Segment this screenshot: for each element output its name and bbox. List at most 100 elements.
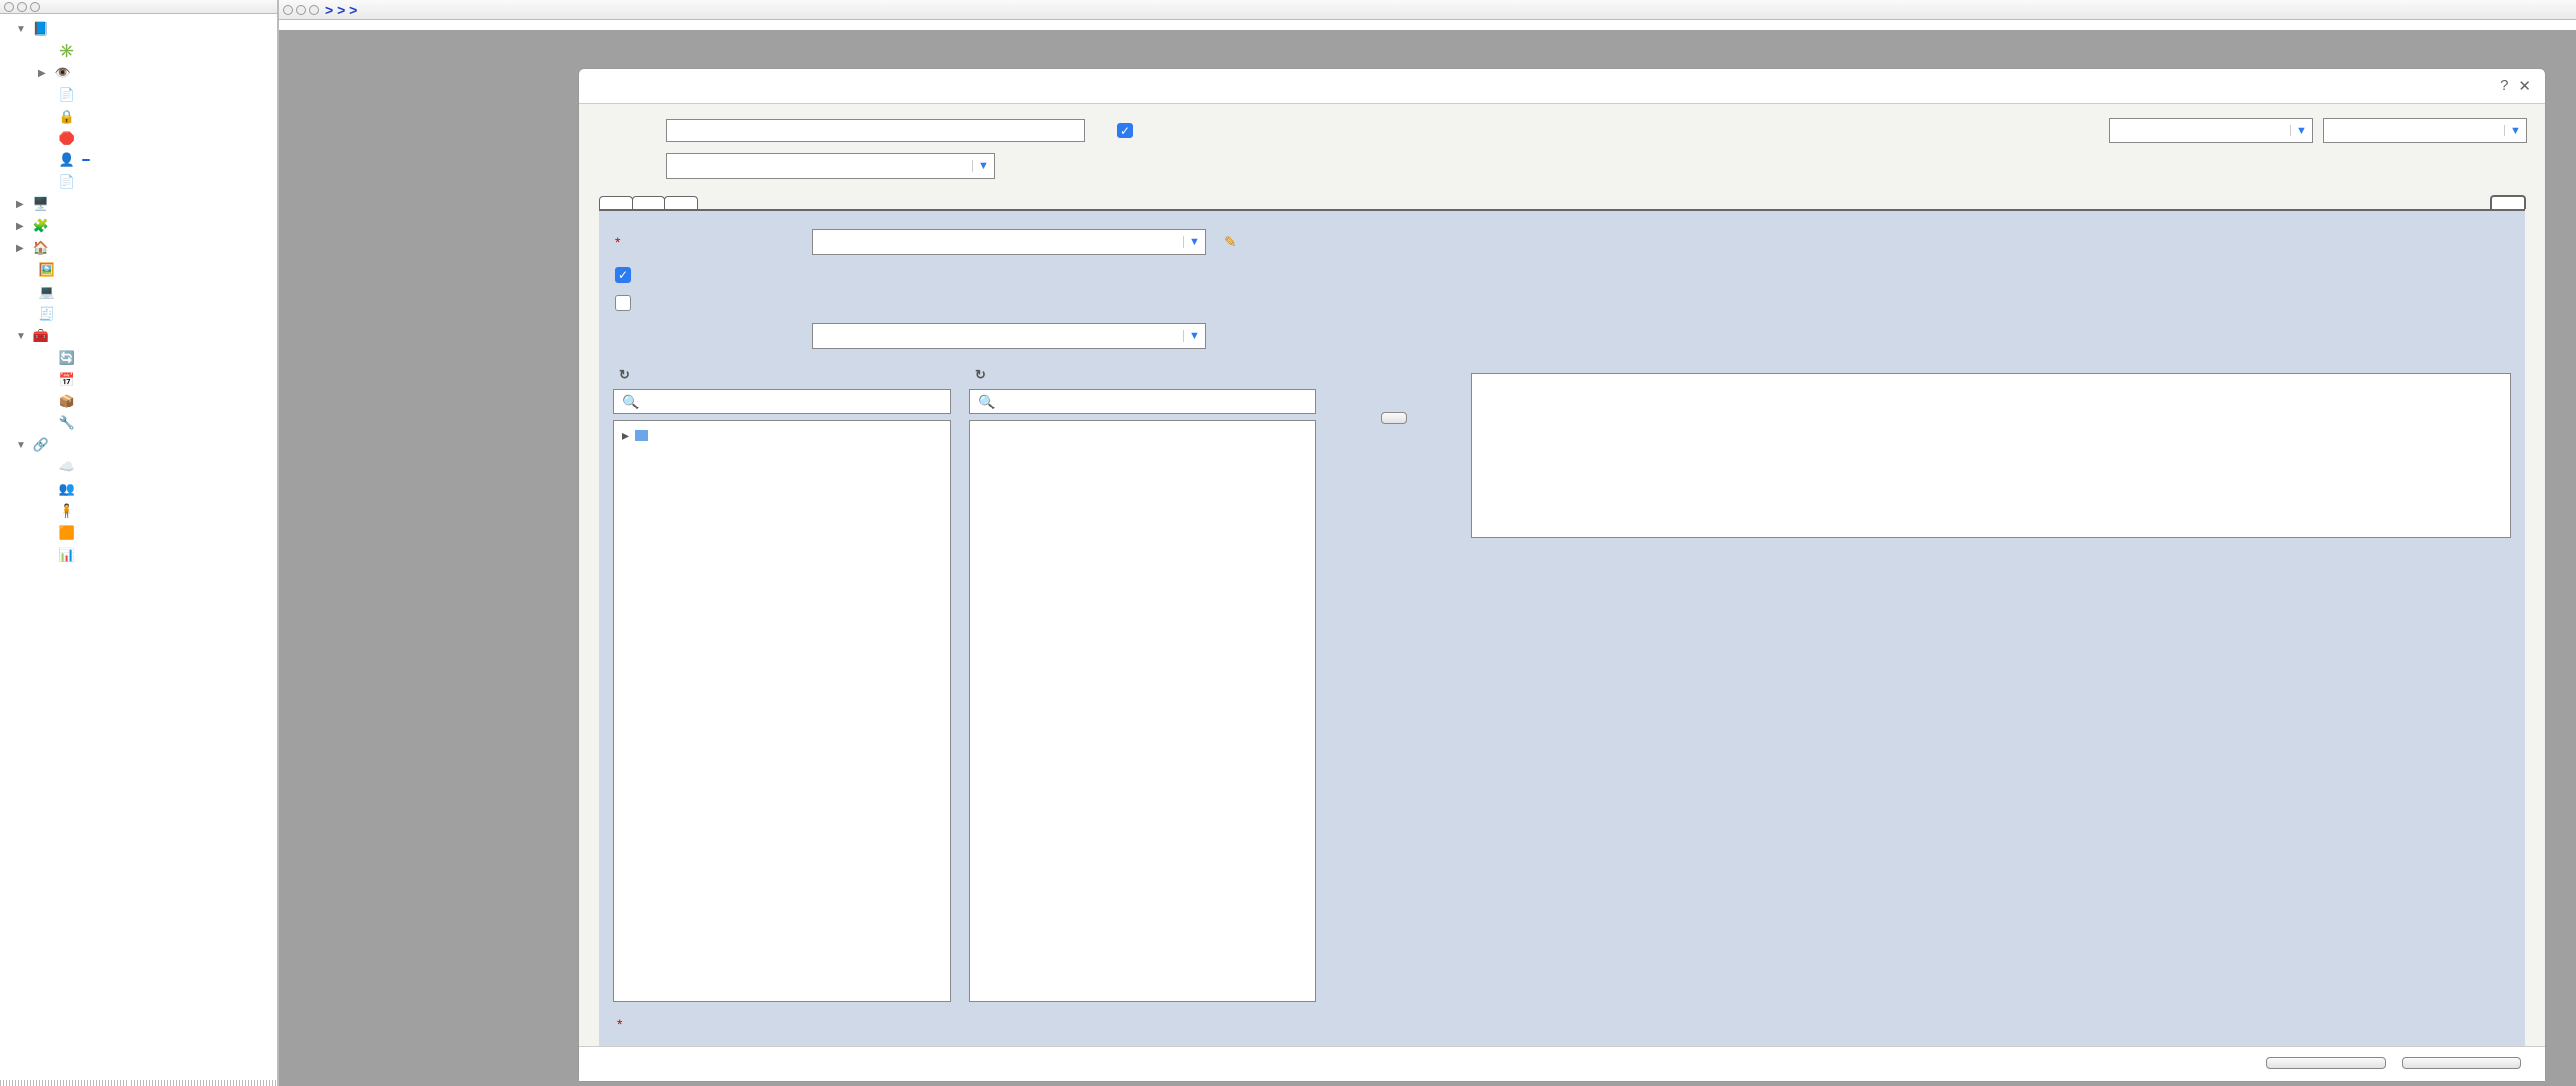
chevron-down-icon: ▼ bbox=[972, 160, 994, 172]
sidebar-splitter[interactable] bbox=[0, 1080, 277, 1086]
search-icon: 🔍 bbox=[622, 394, 639, 410]
apps-list bbox=[969, 420, 1316, 1002]
tree-policies[interactable]: ▼📘 bbox=[0, 18, 277, 40]
tree-actions-alerts[interactable]: 🛑 bbox=[0, 128, 277, 149]
tree-intrusion[interactable]: ▶👁️ bbox=[0, 62, 277, 84]
required-field-note: * bbox=[613, 1006, 2511, 1032]
insert-select[interactable]: ▼ bbox=[2109, 118, 2313, 143]
tree-licenses[interactable]: 🧾 bbox=[0, 303, 277, 325]
tree-troubleshooting[interactable]: 🔧 bbox=[0, 412, 277, 434]
calendar-icon: 📅 bbox=[58, 372, 76, 388]
tree-integration[interactable]: ▼🔗 bbox=[0, 434, 277, 456]
remote-icon: 🟧 bbox=[58, 525, 76, 541]
alert-icon: 🛑 bbox=[58, 131, 76, 146]
traffic-light-close[interactable] bbox=[4, 2, 14, 12]
tree-import-export[interactable]: 📦 bbox=[0, 391, 277, 412]
tree-estreamer[interactable]: 📊 bbox=[0, 544, 277, 566]
main-traffic-light-min[interactable] bbox=[296, 5, 306, 15]
estreamer-icon: 📊 bbox=[58, 547, 76, 563]
tree-backup-restore[interactable]: 🔄 bbox=[0, 347, 277, 369]
authtype-select[interactable]: ▼ bbox=[812, 323, 1206, 349]
enabled-checkbox[interactable] bbox=[1117, 123, 1133, 138]
realm-icon: 👥 bbox=[58, 481, 76, 497]
tree-updates[interactable]: 💻 bbox=[0, 281, 277, 303]
main-traffic-light-close[interactable] bbox=[283, 5, 293, 15]
filters-search-input[interactable] bbox=[643, 393, 946, 410]
tab-zones[interactable] bbox=[599, 196, 633, 209]
tree-scheduling[interactable]: 📅 bbox=[0, 369, 277, 391]
traffic-light-max[interactable] bbox=[30, 2, 40, 12]
tree-files[interactable]: 📄 bbox=[0, 84, 277, 106]
tree-dns-policy[interactable]: 📄 bbox=[0, 171, 277, 193]
refresh-filters-icon[interactable]: ↻ bbox=[619, 367, 630, 383]
id-source-icon: 🧍 bbox=[58, 503, 76, 519]
refresh-apps-icon[interactable]: ↻ bbox=[975, 367, 986, 383]
cloud-icon: ☁️ bbox=[58, 459, 76, 475]
tree-ssl[interactable]: 🔒 bbox=[0, 106, 277, 128]
eye-icon: 👁️ bbox=[54, 65, 72, 81]
chevron-down-icon: ▼ bbox=[2290, 125, 2312, 136]
backup-icon: 🔄 bbox=[58, 350, 76, 366]
identify-guest-checkbox[interactable] bbox=[615, 295, 631, 311]
tab-realm-settings[interactable] bbox=[2490, 195, 2526, 209]
edit-realm-icon[interactable]: ✎ bbox=[1224, 233, 1237, 251]
update-icon: 💻 bbox=[38, 284, 56, 300]
tree-object-management[interactable]: ▶🧩 bbox=[0, 215, 277, 237]
sidebar-window-header bbox=[0, 0, 277, 14]
integration-icon: 🔗 bbox=[32, 437, 50, 453]
license-icon: 🧾 bbox=[38, 306, 56, 322]
info-icon: 🖼️ bbox=[38, 262, 56, 278]
insert-group-select[interactable]: ▼ bbox=[2323, 118, 2527, 143]
realm-select[interactable]: ▼ bbox=[812, 229, 1206, 255]
dns-icon: 📄 bbox=[58, 174, 76, 190]
tree-device-management[interactable]: ▶🖥️ bbox=[0, 193, 277, 215]
file-icon: 📄 bbox=[58, 87, 76, 103]
close-icon[interactable]: ✕ bbox=[2518, 77, 2531, 95]
risks-group-header[interactable]: ▸ bbox=[614, 421, 950, 450]
tab-ports[interactable] bbox=[664, 196, 698, 209]
tree-remote-management[interactable]: 🟧 bbox=[0, 522, 277, 544]
shield-star-icon: ✳️ bbox=[58, 43, 76, 59]
tree-local[interactable]: ▶🏠 bbox=[0, 237, 277, 259]
wrench-icon: 🔧 bbox=[58, 415, 76, 431]
nav-tree: ▼📘 ✳️ ▶👁️ 📄 🔒 🛑 👤 📄 ▶🖥️ ▶🧩 ▶🏠 🖼️ 💻 🧾 ▼🧰 … bbox=[0, 14, 277, 570]
action-select[interactable]: ▼ bbox=[666, 153, 995, 179]
add-button[interactable] bbox=[2266, 1057, 2386, 1069]
folder-icon: 📘 bbox=[32, 21, 50, 37]
realm-field-label: * bbox=[615, 234, 800, 250]
chevron-down-icon: ▼ bbox=[2504, 125, 2526, 136]
use-active-auth-checkbox[interactable] bbox=[615, 267, 631, 283]
person-icon: 👤 bbox=[58, 152, 76, 168]
add-to-rule-button[interactable] bbox=[1381, 412, 1407, 424]
home-icon: 🏠 bbox=[32, 240, 50, 256]
object-icon: 🧩 bbox=[32, 218, 50, 234]
tree-system-information[interactable]: 🖼️ bbox=[0, 259, 277, 281]
chevron-down-icon: ▼ bbox=[1183, 330, 1205, 342]
filters-list: ▸ bbox=[613, 420, 951, 1002]
filters-search[interactable]: 🔍 bbox=[613, 389, 951, 414]
apps-search[interactable]: 🔍 bbox=[969, 389, 1316, 414]
search-icon: 🔍 bbox=[978, 394, 995, 410]
traffic-light-min[interactable] bbox=[17, 2, 27, 12]
application-filters-heading: ↻ bbox=[613, 367, 951, 383]
tree-tools[interactable]: ▼🧰 bbox=[0, 325, 277, 347]
tree-identity-sources[interactable]: 🧍 bbox=[0, 500, 277, 522]
tree-access-control[interactable]: ✳️ bbox=[0, 40, 277, 62]
available-applications-heading: ↻ bbox=[969, 367, 1316, 383]
apps-search-input[interactable] bbox=[999, 393, 1311, 410]
device-icon: 🖥️ bbox=[32, 196, 50, 212]
tab-networks[interactable] bbox=[632, 196, 665, 209]
tree-identity-policy[interactable]: 👤 bbox=[0, 149, 277, 171]
tree-cisco-csi[interactable]: ☁️ bbox=[0, 456, 277, 478]
cancel-button[interactable] bbox=[2402, 1057, 2521, 1069]
rule-name-input[interactable] bbox=[666, 119, 1085, 142]
chevron-down-icon: ▼ bbox=[1183, 236, 1205, 248]
main-window-header: > > > bbox=[279, 0, 2576, 20]
tree-realms[interactable]: 👥 bbox=[0, 478, 277, 500]
toolbox-icon: 🧰 bbox=[32, 328, 50, 344]
main-traffic-light-max[interactable] bbox=[309, 5, 319, 15]
breadcrumb: > > > bbox=[325, 2, 357, 18]
lock-icon: 🔒 bbox=[58, 109, 76, 125]
exclude-user-agents-box[interactable] bbox=[1471, 373, 2511, 538]
help-icon[interactable]: ? bbox=[2500, 77, 2508, 95]
